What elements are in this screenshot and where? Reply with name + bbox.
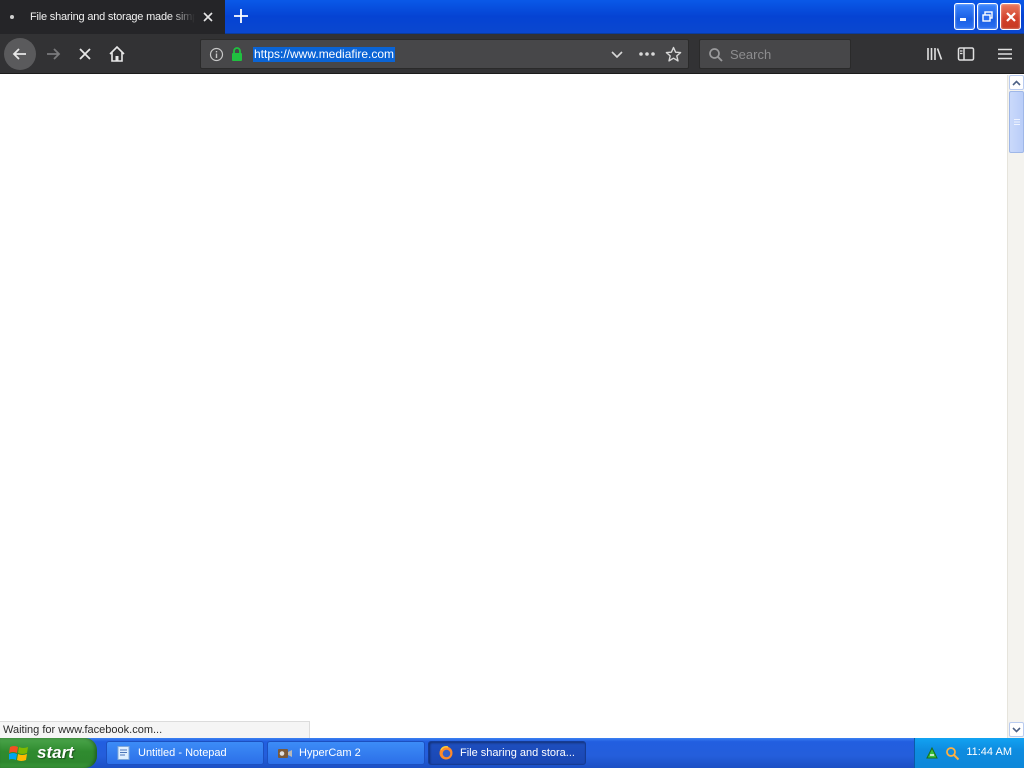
stop-x-icon <box>79 48 91 60</box>
home-icon <box>109 45 125 62</box>
back-arrow-icon <box>12 48 26 60</box>
restore-icon <box>982 11 993 22</box>
tab-title: File sharing and storage made simple <box>30 11 195 23</box>
scroll-down-button[interactable] <box>1009 722 1024 737</box>
vertical-scrollbar[interactable] <box>1007 75 1024 738</box>
forward-button[interactable] <box>42 44 64 64</box>
tab-close-icon[interactable] <box>201 10 215 24</box>
grip-lines-icon <box>1014 119 1020 125</box>
start-button[interactable]: start <box>0 738 97 768</box>
sidebar-toggle-button[interactable] <box>955 43 977 65</box>
hamburger-menu-icon <box>998 48 1012 60</box>
loading-dot-icon <box>10 15 14 19</box>
library-icon <box>927 48 943 60</box>
hypercam-icon <box>278 749 292 758</box>
firefox-icon <box>439 746 453 760</box>
page-content-area[interactable] <box>0 75 1007 738</box>
info-icon[interactable] <box>209 47 224 62</box>
stop-button[interactable] <box>75 44 95 64</box>
start-label: start <box>37 743 74 762</box>
forward-arrow-icon <box>47 48 61 60</box>
address-bar[interactable]: https://www.mediafire.com <box>200 39 689 69</box>
taskbar-item-notepad[interactable]: Untitled - Notepad <box>106 741 264 765</box>
taskbar-item-hypercam[interactable]: HyperCam 2 <box>267 741 425 765</box>
navigation-toolbar: https://www.mediafire.com <box>0 34 1024 74</box>
scroll-up-arrow-icon <box>1012 79 1021 86</box>
url-text-selected[interactable]: https://www.mediafire.com <box>253 47 396 62</box>
window-titlebar: File sharing and storage made simple <box>0 0 1024 34</box>
search-input[interactable] <box>730 46 846 63</box>
taskbar-item-label: Untitled - Notepad <box>138 747 227 759</box>
close-window-button[interactable] <box>1000 3 1021 30</box>
tray-network-icon[interactable] <box>925 746 939 760</box>
windows-logo-icon <box>9 745 28 761</box>
search-box[interactable] <box>699 39 851 69</box>
scroll-down-arrow-icon <box>1012 726 1021 733</box>
taskbar-item-label: File sharing and stora... <box>460 747 575 759</box>
back-button[interactable] <box>4 38 36 70</box>
taskbar-item-firefox[interactable]: File sharing and stora... <box>428 741 586 765</box>
status-panel: Waiting for www.facebook.com... <box>0 721 310 738</box>
notepad-icon <box>117 746 130 760</box>
secure-lock-icon[interactable] <box>230 46 244 62</box>
close-icon <box>1005 11 1016 22</box>
new-tab-plus-icon[interactable] <box>231 6 251 26</box>
taskbar-item-label: HyperCam 2 <box>299 747 361 759</box>
scroll-up-button[interactable] <box>1009 75 1024 90</box>
sidebar-icon <box>957 47 975 61</box>
minimize-button[interactable] <box>954 3 975 30</box>
browser-tab-active[interactable]: File sharing and storage made simple <box>0 0 225 34</box>
system-tray: 11:44 AM <box>914 738 1024 768</box>
home-button[interactable] <box>106 43 128 65</box>
scroll-thumb[interactable] <box>1009 91 1024 153</box>
page-actions-dots-icon[interactable] <box>638 51 656 57</box>
chevron-down-icon[interactable] <box>610 49 624 61</box>
clock: 11:44 AM <box>966 746 1012 758</box>
restore-button[interactable] <box>977 3 998 30</box>
tray-search-icon[interactable] <box>945 746 960 761</box>
library-button[interactable] <box>924 43 946 65</box>
taskbar: start Untitled - Notepad HyperCam 2 File… <box>0 738 1024 768</box>
bookmark-star-icon[interactable] <box>665 46 682 63</box>
minimize-icon <box>960 18 966 21</box>
search-icon <box>709 48 723 62</box>
menu-button[interactable] <box>994 43 1016 65</box>
